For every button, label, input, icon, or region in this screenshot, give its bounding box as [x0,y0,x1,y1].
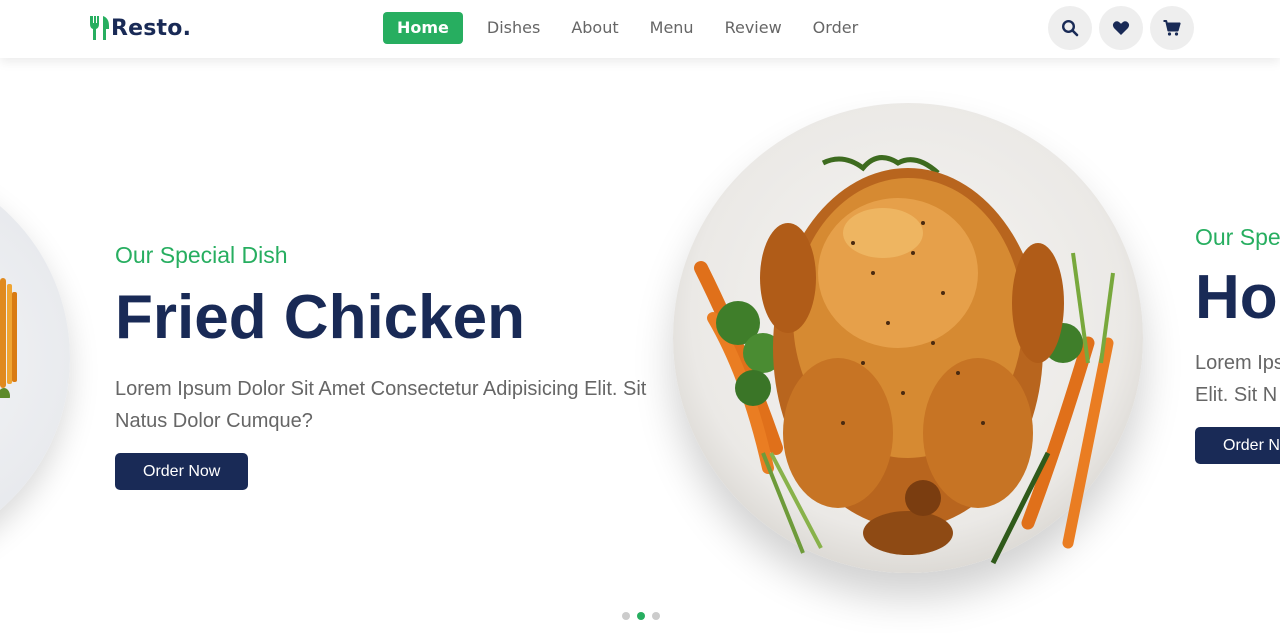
fries-image [0,278,17,398]
order-now-button[interactable]: Order Now [115,453,249,490]
hero-slider[interactable]: Our Special Dish Fried Chicken Lorem Ips… [0,58,1280,633]
wishlist-button[interactable] [1099,6,1143,50]
next-slide-content: Our Spe Ho Lorem Ips Elit. Sit N Order N [1195,224,1280,464]
next-slide-subtitle: Our Spe [1195,224,1280,250]
current-slide-content: Our Special Dish Fried Chicken Lorem Ips… [115,242,675,490]
heart-icon [1112,21,1130,35]
cart-icon [1163,20,1181,36]
brand-name: Resto. [111,15,192,41]
next-slide-description-line2: Elit. Sit N [1195,384,1278,406]
roast-chicken-illustration [694,155,1115,565]
utensils-icon [90,16,109,40]
nav-home[interactable]: Home [383,12,463,44]
next-order-now-button[interactable]: Order N [1195,427,1280,464]
pagination-dot-2[interactable] [637,612,645,620]
slide-subtitle: Our Special Dish [115,242,288,268]
search-icon [1061,19,1079,37]
pagination-dot-3[interactable] [652,612,660,620]
main-nav: Home Dishes About Menu Review Order [383,12,865,44]
cart-button[interactable] [1150,6,1194,50]
slider-pagination [622,612,667,620]
nav-about[interactable]: About [564,12,625,44]
header-actions [1048,6,1201,50]
nav-dishes[interactable]: Dishes [480,12,547,44]
next-slide-title: Ho [1195,263,1278,332]
search-button[interactable] [1048,6,1092,50]
pagination-dot-1[interactable] [622,612,630,620]
nav-review[interactable]: Review [718,12,789,44]
brand-logo[interactable]: Resto. [88,13,191,43]
nav-order[interactable]: Order [806,12,865,44]
slide-description: Lorem Ipsum Dolor Sit Amet Consectetur A… [115,378,647,432]
next-slide-description-line1: Lorem Ips [1195,352,1280,374]
site-header: Resto. Home Dishes About Menu Review Ord… [0,0,1280,58]
nav-menu[interactable]: Menu [643,12,701,44]
slide-title: Fried Chicken [115,283,525,352]
fried-chicken-image [673,103,1143,573]
